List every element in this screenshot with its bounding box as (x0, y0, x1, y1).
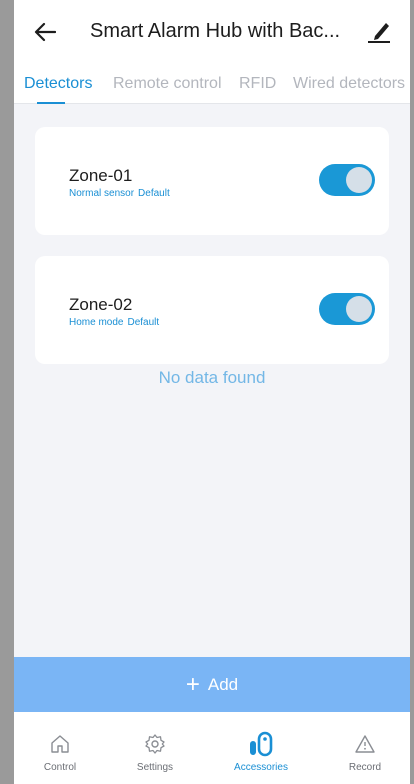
arrow-left-icon (34, 22, 56, 42)
tab-bar: Detectors Remote control RFID Wired dete… (14, 66, 410, 104)
zone-details: Home mode Default (69, 317, 159, 328)
tab-detectors[interactable]: Detectors (24, 75, 92, 93)
accessories-icon (249, 731, 273, 757)
app-screen: Smart Alarm Hub with Bac... Detectors Re… (14, 0, 410, 784)
tab-wired-detectors[interactable]: Wired detectors (293, 75, 405, 93)
back-button[interactable] (32, 17, 58, 47)
zone-type: Home mode (69, 317, 124, 328)
nav-label: Accessories (234, 762, 288, 773)
app-header: Smart Alarm Hub with Bac... (14, 0, 410, 66)
tab-rfid[interactable]: RFID (239, 75, 276, 93)
zone-mode: Default (127, 317, 160, 328)
zone-name: Zone-01 (69, 166, 133, 185)
zone-card[interactable]: Zone-02 Home mode Default (35, 256, 389, 364)
zone-mode: Default (138, 188, 170, 199)
active-tab-indicator (37, 102, 65, 104)
nav-label: Control (43, 762, 77, 773)
zone-details: Normal sensor Default (69, 188, 170, 199)
tab-remote-control[interactable]: Remote control (113, 75, 222, 93)
zone-name: Zone-02 (69, 295, 133, 314)
nav-control[interactable]: Control (15, 712, 105, 784)
page-title: Smart Alarm Hub with Bac... (90, 20, 341, 42)
nav-accessories[interactable]: Accessories (216, 712, 306, 784)
add-button-label: Add (207, 674, 239, 694)
warning-icon (354, 732, 376, 756)
pencil-icon (368, 23, 390, 43)
plus-icon: + (185, 670, 200, 698)
nav-label: Settings (136, 762, 174, 773)
add-button[interactable]: + Add (14, 657, 410, 712)
gear-icon (144, 732, 166, 756)
zone-toggle[interactable] (319, 164, 375, 196)
zone-type: Normal sensor (69, 188, 135, 199)
zone-card[interactable]: Zone-01 Normal sensor Default (35, 127, 389, 235)
toggle-knob (346, 167, 372, 193)
nav-record[interactable]: Record (320, 712, 410, 784)
nav-settings[interactable]: Settings (110, 712, 200, 784)
home-icon (49, 732, 71, 756)
empty-message: No data found (158, 368, 266, 387)
edit-button[interactable] (364, 16, 394, 46)
zone-toggle[interactable] (319, 293, 375, 325)
toggle-knob (346, 296, 372, 322)
bottom-nav: Control Settings Accessories Record (14, 712, 410, 784)
nav-label: Record (348, 762, 382, 773)
